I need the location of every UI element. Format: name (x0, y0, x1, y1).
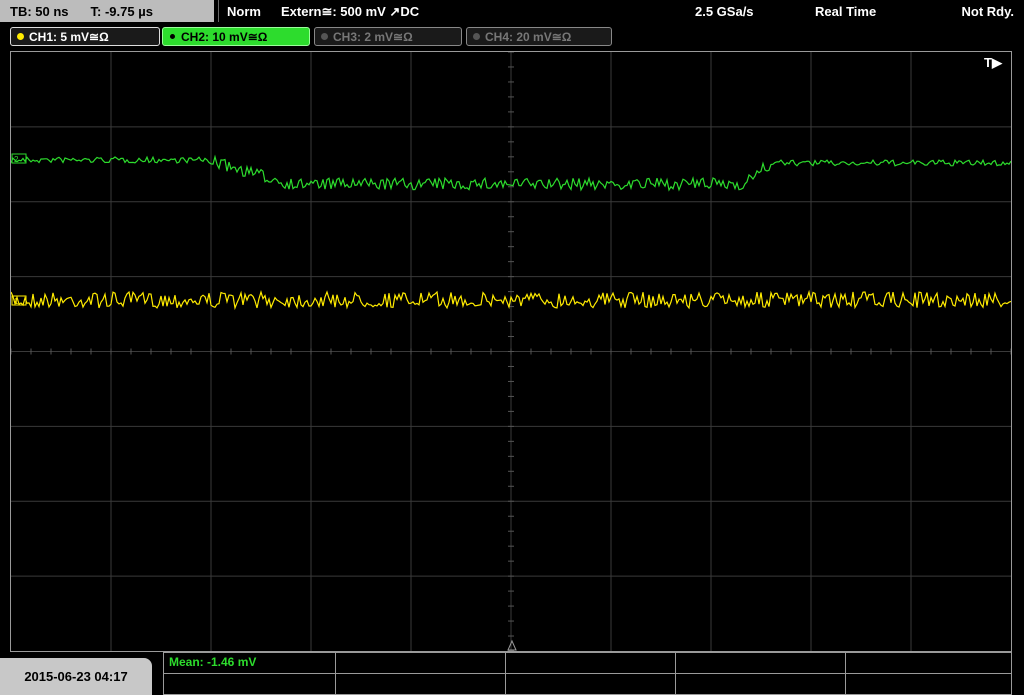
waveform-display[interactable]: 2 1 T▶ (10, 51, 1012, 652)
acquisition-state-label: Not Rdy. (961, 4, 1014, 19)
channel-4-label: CH4: 20 mV≅Ω (485, 29, 572, 44)
trigger-mode-label: Norm (227, 4, 261, 19)
channel-4-button[interactable]: CH4: 20 mV≅Ω (466, 27, 612, 46)
waveform-canvas: 2 1 T▶ (10, 51, 1012, 652)
channel-3-indicator-icon (321, 33, 328, 40)
acquisition-mode-label: Real Time (815, 4, 877, 19)
channel-2-indicator-icon (169, 33, 176, 40)
mean-measurement: Mean: -1.46 mV (169, 655, 257, 669)
measurement-panel[interactable]: Mean: -1.46 mV (163, 652, 1012, 695)
channel-2-button[interactable]: CH2: 10 mV≅Ω (162, 27, 310, 46)
trigger-source-label: Extern≅: 500 mV ↗DC (281, 4, 420, 19)
channel-2-label: CH2: 10 mV≅Ω (181, 29, 268, 44)
svg-text:1: 1 (14, 297, 19, 306)
trigger-position-marker: T▶ (984, 55, 1003, 70)
channel-1-button[interactable]: CH1: 5 mV≅Ω (10, 27, 160, 46)
channel-1-label: CH1: 5 mV≅Ω (29, 29, 109, 44)
channel-1-indicator-icon (17, 33, 24, 40)
channel-3-label: CH3: 2 mV≅Ω (333, 29, 413, 44)
trigger-time-label: T: -9.75 µs (90, 3, 153, 19)
channel-4-indicator-icon (473, 33, 480, 40)
trigger-status-bar[interactable]: Norm Extern≅: 500 mV ↗DC 2.5 GSa/s Real … (218, 0, 1024, 22)
datetime-label: 2015-06-23 04:17 (0, 658, 152, 695)
channel-3-button[interactable]: CH3: 2 mV≅Ω (314, 27, 462, 46)
trigger-point-icon (507, 639, 517, 651)
sample-rate-label: 2.5 GSa/s (695, 4, 754, 19)
svg-text:2: 2 (14, 155, 19, 164)
graticule (10, 51, 1012, 652)
timebase-label: TB: 50 ns (10, 3, 69, 19)
timebase-panel[interactable]: TB: 50 ns T: -9.75 µs (0, 0, 214, 22)
